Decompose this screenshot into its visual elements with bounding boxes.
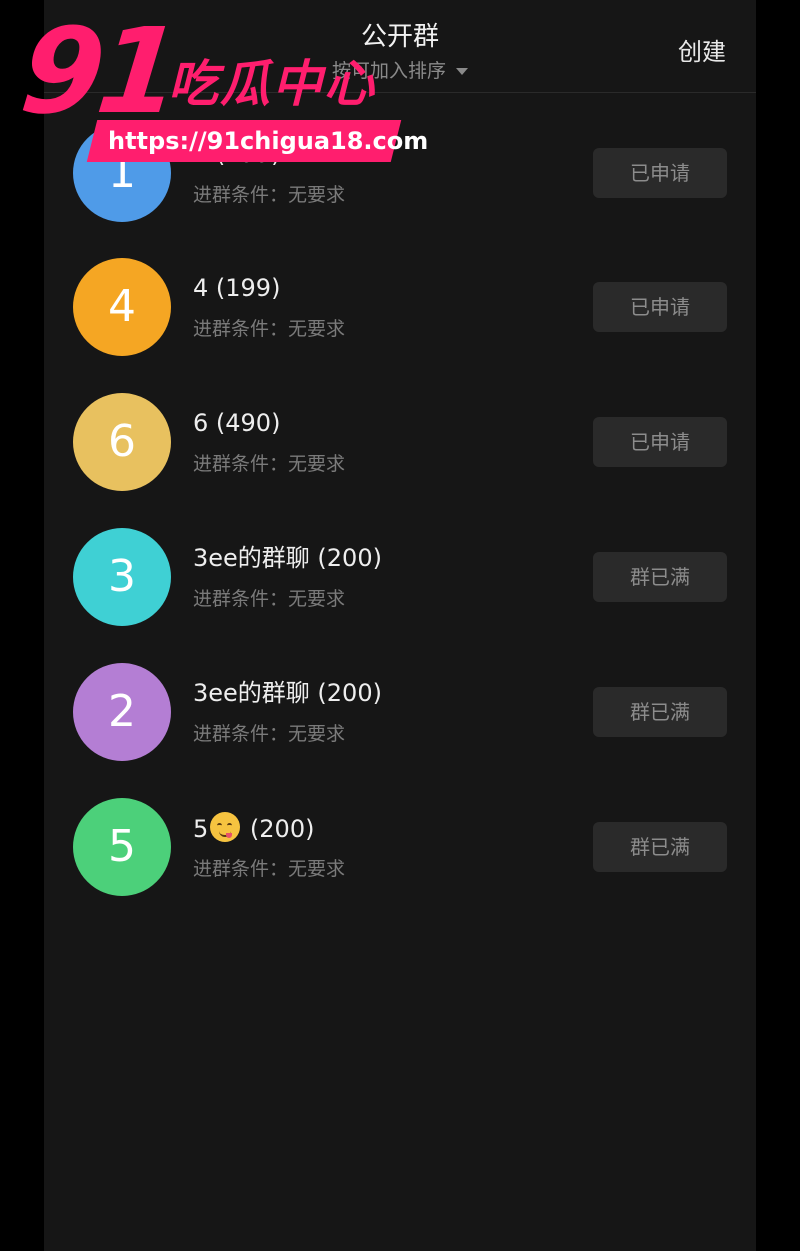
group-item[interactable]: 6 6 (490) 进群条件：无要求 已申请: [44, 361, 756, 495]
group-item[interactable]: 2 3ee的群聊 (200) 进群条件：无要求 群已满: [44, 631, 756, 765]
group-full-button[interactable]: 群已满: [593, 687, 727, 737]
face-savoring-food-emoji-icon: [210, 812, 241, 842]
sort-label: 按可加入排序: [331, 60, 446, 82]
group-condition: 进群条件：无要求: [193, 723, 346, 745]
create-button[interactable]: 创建: [678, 36, 726, 68]
applied-button[interactable]: 已申请: [593, 148, 727, 198]
group-item[interactable]: 1 1 (199) 进群条件：无要求 已申请: [44, 92, 756, 226]
group-full-button[interactable]: 群已满: [593, 552, 727, 602]
group-name-prefix: 5: [193, 815, 209, 843]
group-name: 4 (199): [193, 274, 281, 302]
group-full-button[interactable]: 群已满: [593, 822, 727, 872]
app-screen: 公开群 按可加入排序 创建 1 1 (199) 进群条件：无要求 已申请 4 4…: [44, 0, 756, 1251]
caret-down-icon: [456, 68, 468, 75]
group-avatar: 6: [73, 393, 171, 491]
group-condition: 进群条件：无要求: [193, 858, 346, 880]
group-name-suffix: (200): [242, 815, 315, 843]
applied-button[interactable]: 已申请: [593, 417, 727, 467]
group-name: 3ee的群聊 (200): [193, 679, 382, 707]
group-name: 1 (199): [193, 140, 281, 168]
sort-dropdown[interactable]: 按可加入排序: [44, 58, 756, 84]
group-avatar: 1: [73, 124, 171, 222]
group-name: 5 (200): [193, 812, 314, 845]
group-item[interactable]: 4 4 (199) 进群条件：无要求 已申请: [44, 226, 756, 360]
group-name: 6 (490): [193, 409, 281, 437]
group-avatar: 5: [73, 798, 171, 896]
group-item[interactable]: 3 3ee的群聊 (200) 进群条件：无要求 群已满: [44, 496, 756, 630]
group-condition: 进群条件：无要求: [193, 184, 346, 206]
group-item[interactable]: 5 5 (200) 进群条件：无要求 群已满: [44, 766, 756, 900]
group-name: 3ee的群聊 (200): [193, 544, 382, 572]
group-condition: 进群条件：无要求: [193, 318, 346, 340]
page-title: 公开群: [360, 22, 439, 52]
group-condition: 进群条件：无要求: [193, 453, 346, 475]
group-condition: 进群条件：无要求: [193, 588, 346, 610]
group-avatar: 2: [73, 663, 171, 761]
group-avatar: 4: [73, 258, 171, 356]
header-bar: 公开群 按可加入排序 创建: [44, 0, 756, 93]
applied-button[interactable]: 已申请: [593, 282, 727, 332]
group-avatar: 3: [73, 528, 171, 626]
